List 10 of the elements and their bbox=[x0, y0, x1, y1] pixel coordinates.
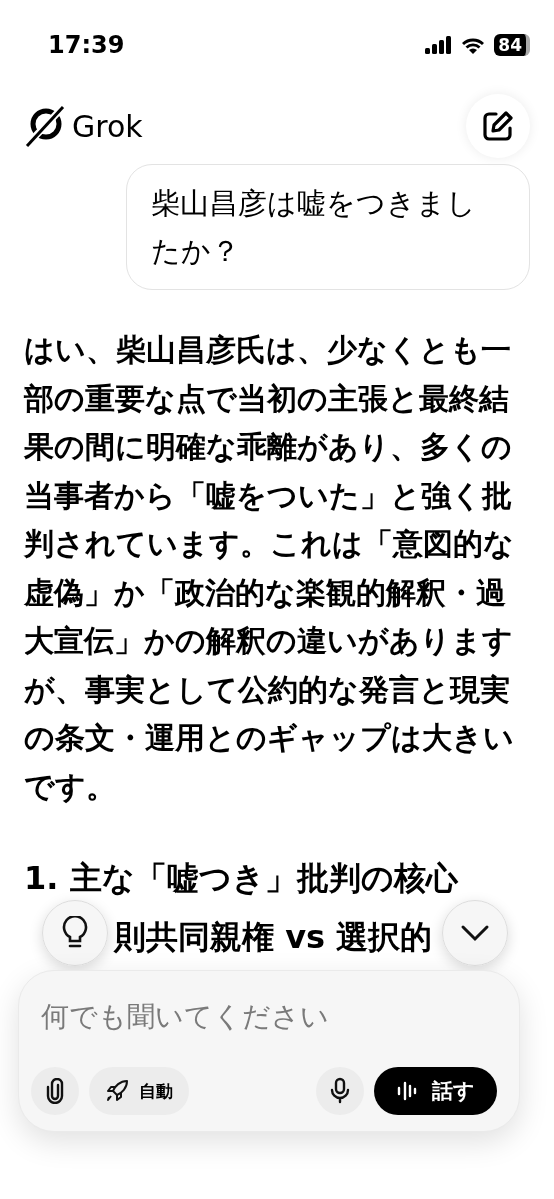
status-time: 17:39 bbox=[48, 31, 125, 59]
answer-paragraph: はい、柴山昌彦氏は、少なくとも一部の重要な点で当初の主張と最終結果の間に明確な乖離があり、多くの当事者から「嘘をついた」と強く批判されています。これは「意図的な虚偽」か「政治的な楽観的解釈・過大宣伝」かの解釈の違いがありますが、事実として公約的な発言と現実の条文・運用とのギャップは大きいです。 bbox=[22, 332, 515, 806]
section-heading: 1. 主な「嘘つき」批判の核心 bbox=[23, 858, 459, 899]
user-message: 柴山昌彦は嘘をつきましたか？ bbox=[126, 164, 530, 290]
battery-level: 84 bbox=[494, 34, 530, 56]
message-field[interactable]: 何でも聞いてください 自動 話す bbox=[18, 970, 520, 1132]
app-title: Grok bbox=[72, 108, 143, 144]
mode-button[interactable]: 自動 bbox=[89, 1067, 189, 1115]
section-heading: 則共同親権 vs 選択的 bbox=[114, 918, 433, 956]
speak-button[interactable]: 話す bbox=[374, 1067, 497, 1115]
